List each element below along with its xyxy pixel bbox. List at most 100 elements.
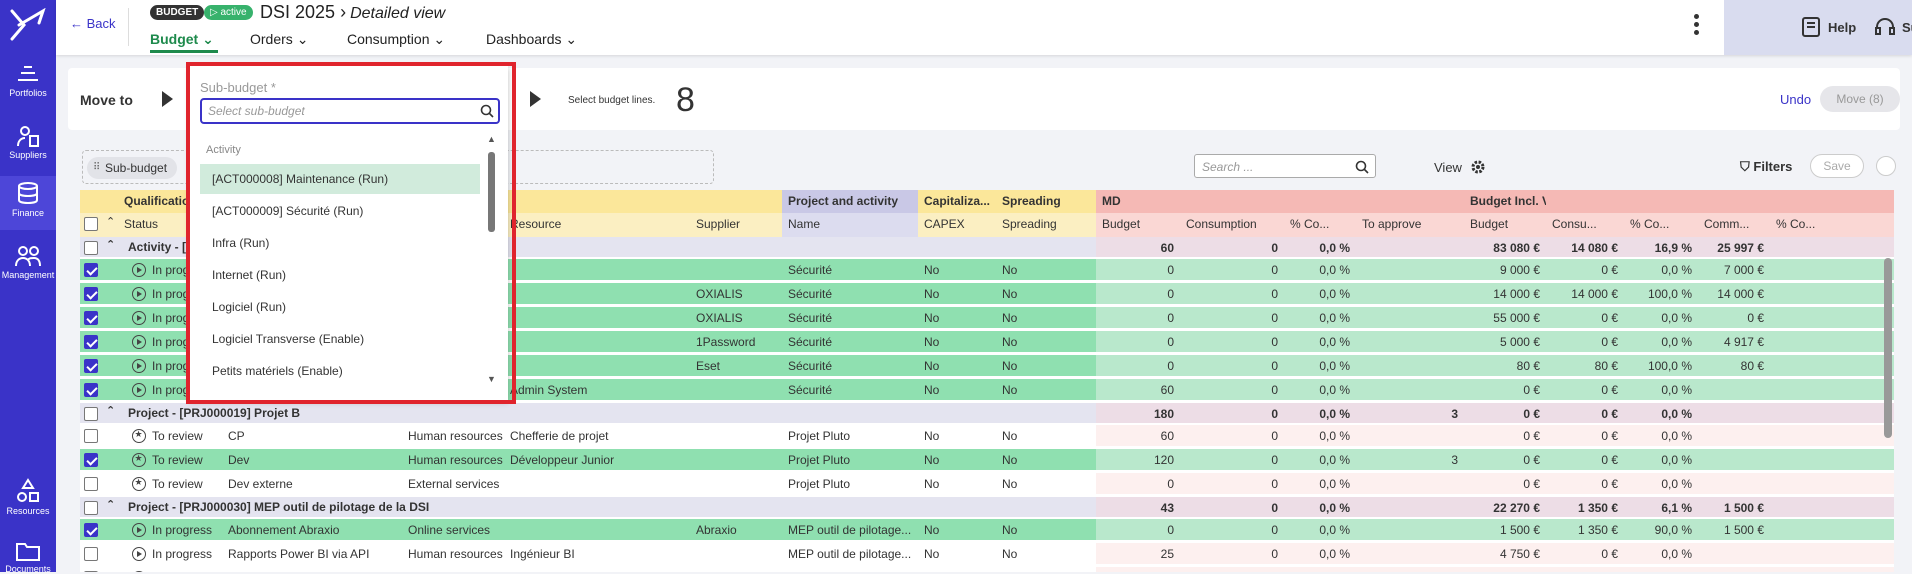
name-cell[interactable]: Sécurité — [782, 283, 918, 304]
scroll-up-icon[interactable]: ▲ — [487, 134, 496, 144]
md_budget-cell[interactable]: 0 — [1096, 283, 1180, 304]
column-header-md_appr[interactable]: To approve — [1356, 213, 1464, 237]
app-logo-icon[interactable] — [9, 7, 47, 45]
resource-cell[interactable] — [504, 331, 690, 352]
v_comm-cell[interactable] — [1698, 379, 1770, 400]
md_pct-cell[interactable]: 0,0 % — [1284, 497, 1356, 517]
md_budget-cell[interactable]: 60 — [1096, 379, 1180, 400]
v_cons-cell[interactable]: 0 € — [1546, 331, 1624, 352]
v_cons-cell[interactable]: 0 € — [1546, 473, 1624, 494]
row-checkbox[interactable] — [84, 263, 98, 277]
v_comm-cell[interactable]: 7 000 € — [1698, 259, 1770, 280]
search-input[interactable]: Search ... — [1194, 154, 1376, 178]
supplier-cell[interactable] — [690, 425, 782, 446]
filters-button[interactable]: ⛉ Filters — [1740, 159, 1792, 175]
supplier-cell[interactable]: Abraxio — [690, 519, 782, 540]
column-header-v_budget[interactable]: Budget — [1464, 213, 1546, 237]
capex-cell[interactable]: No — [918, 307, 996, 328]
md_cons-cell[interactable]: 0 — [1180, 331, 1284, 352]
tab-budget[interactable]: Budget ⌄ — [150, 31, 214, 48]
v_budget-cell[interactable]: 22 270 € — [1464, 497, 1546, 517]
row-checkbox[interactable] — [84, 501, 98, 515]
v_comm-cell[interactable] — [1698, 567, 1770, 572]
table-row[interactable]: To reviewCPHuman resourcesChefferie de p… — [80, 425, 1894, 446]
v_pct-cell[interactable]: 0,0 % — [1624, 259, 1698, 280]
select-all-checkbox[interactable] — [84, 217, 98, 231]
collapse-group-icon[interactable]: ⌃ — [106, 498, 115, 511]
resource-cell[interactable] — [504, 307, 690, 328]
md_appr-cell[interactable] — [1356, 355, 1464, 376]
sidebar-item-portfolios[interactable]: Portfolios — [0, 60, 56, 108]
md_cons-cell[interactable]: 0 — [1180, 449, 1284, 470]
v_pct-cell[interactable]: 0,0 % — [1624, 425, 1698, 446]
md_cons-cell[interactable]: 0 — [1180, 425, 1284, 446]
column-header-supplier[interactable]: Supplier — [690, 213, 782, 237]
md_cons-cell[interactable]: 0 — [1180, 355, 1284, 376]
table-row[interactable]: In progress Abonnement Abraxio Online serv… — [80, 519, 1894, 540]
spreading-cell[interactable]: No — [996, 473, 1096, 494]
header-group-capex[interactable]: Capitaliza... — [918, 190, 996, 213]
md_pct-cell[interactable]: 0,0 % — [1284, 567, 1356, 572]
md_budget-cell[interactable]: 60 — [1096, 237, 1180, 257]
tab-consumption[interactable]: Consumption ⌄ — [347, 31, 445, 48]
scroll-down-icon[interactable]: ▼ — [487, 374, 496, 384]
v_cons-cell[interactable]: 80 € — [1546, 355, 1624, 376]
md_budget-cell[interactable]: 18 — [1096, 567, 1180, 572]
v_comm-cell[interactable] — [1698, 425, 1770, 446]
v_comm-cell[interactable]: 1 500 € — [1698, 519, 1770, 540]
label-cell[interactable]: Abonnement Abraxio — [228, 519, 424, 540]
undo-button[interactable]: Undo — [1780, 92, 1811, 107]
capex-cell[interactable]: No — [918, 425, 996, 446]
tab-orders[interactable]: Orders ⌄ — [250, 31, 308, 48]
v_budget-cell[interactable]: 0 € — [1464, 473, 1546, 494]
spreading-cell[interactable]: No — [996, 283, 1096, 304]
resource-cell[interactable]: Chefferie de projet — [504, 425, 690, 446]
md_cons-cell[interactable]: 0 — [1180, 283, 1284, 304]
move-button[interactable]: Move (8) — [1820, 86, 1900, 112]
resource-cell[interactable] — [504, 519, 690, 540]
resource-cell[interactable] — [504, 473, 690, 494]
supplier-cell[interactable]: Eset — [690, 355, 782, 376]
name-cell[interactable]: Sécurité — [782, 259, 918, 280]
row-checkbox[interactable] — [84, 547, 98, 561]
v_cons-cell[interactable]: 0 € — [1546, 567, 1624, 572]
md_pct-cell[interactable]: 0,0 % — [1284, 543, 1356, 564]
md_budget-cell[interactable]: 0 — [1096, 519, 1180, 540]
spreading-cell[interactable]: No — [996, 567, 1096, 572]
md_pct-cell[interactable]: 0,0 % — [1284, 283, 1356, 304]
md_cons-cell[interactable]: 0 — [1180, 473, 1284, 494]
name-cell[interactable]: MEP outil de pilotage... — [782, 567, 918, 572]
collapse-group-icon[interactable]: ⌃ — [106, 404, 115, 417]
type-cell[interactable]: Human resources — [402, 543, 504, 564]
capex-cell[interactable]: No — [918, 331, 996, 352]
md_appr-cell[interactable] — [1356, 473, 1464, 494]
md_budget-cell[interactable]: 43 — [1096, 497, 1180, 517]
md_appr-cell[interactable] — [1356, 567, 1464, 572]
md_cons-cell[interactable]: 0 — [1180, 379, 1284, 400]
name-cell[interactable]: Projet Pluto — [782, 425, 918, 446]
md_budget-cell[interactable]: 25 — [1096, 543, 1180, 564]
resource-cell[interactable] — [504, 567, 690, 572]
label-cell[interactable]: Dev externe — [228, 473, 424, 494]
v_comm-cell[interactable]: 0 € — [1698, 307, 1770, 328]
capex-cell[interactable]: No — [918, 543, 996, 564]
md_appr-cell[interactable] — [1356, 307, 1464, 328]
resource-cell[interactable] — [504, 355, 690, 376]
spreading-cell[interactable]: No — [996, 307, 1096, 328]
v_budget-cell[interactable]: 9 000 € — [1464, 259, 1546, 280]
md_budget-cell[interactable]: 60 — [1096, 425, 1180, 446]
md_budget-cell[interactable]: 120 — [1096, 449, 1180, 470]
column-header-capex[interactable]: CAPEX — [918, 213, 996, 237]
spreading-cell[interactable]: No — [996, 355, 1096, 376]
more-menu-icon[interactable] — [1694, 14, 1700, 38]
capex-cell[interactable]: No — [918, 355, 996, 376]
md_appr-cell[interactable] — [1356, 379, 1464, 400]
row-checkbox[interactable] — [84, 477, 98, 491]
type-cell[interactable]: External services — [402, 567, 504, 572]
md_cons-cell[interactable]: 0 — [1180, 567, 1284, 572]
collapse-all-icon[interactable]: ⌃ — [106, 215, 115, 228]
grid-scrollbar[interactable] — [1884, 258, 1892, 438]
type-cell[interactable]: External services — [402, 473, 504, 494]
sidebar-item-finance[interactable]: Finance — [0, 176, 56, 230]
name-cell[interactable]: Projet Pluto — [782, 449, 918, 470]
